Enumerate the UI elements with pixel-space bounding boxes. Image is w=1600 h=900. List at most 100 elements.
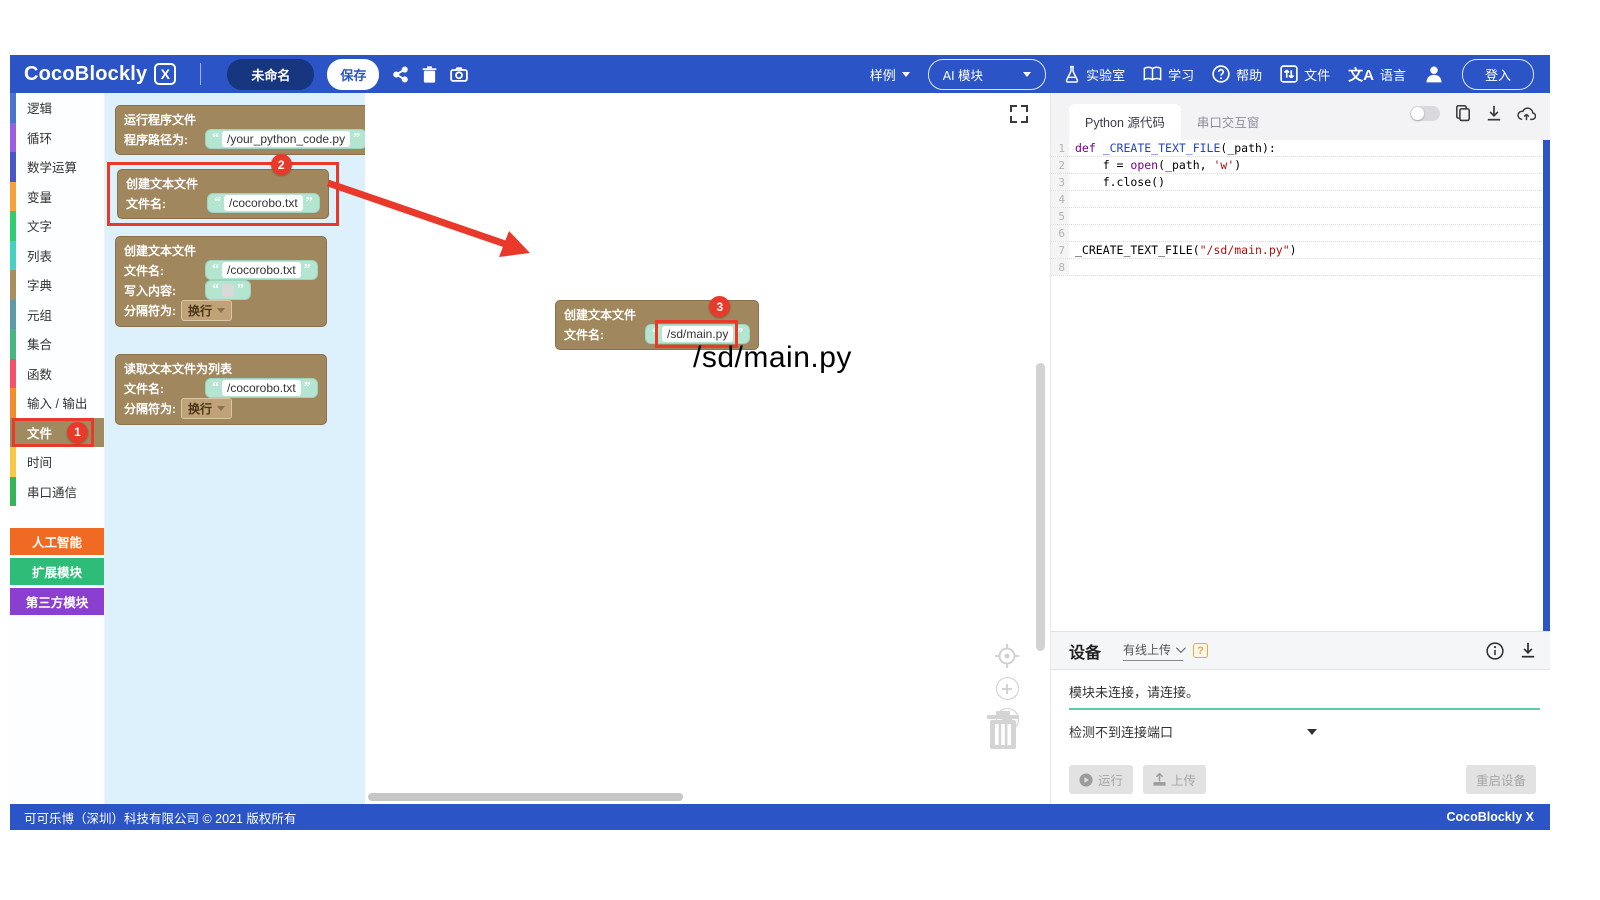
footer-brand: CocoBlockly X — [1446, 810, 1534, 824]
sidebar-module-人工智能[interactable]: 人工智能 — [10, 528, 104, 555]
help-menu-item[interactable]: 帮助 — [1212, 65, 1262, 84]
string-field[interactable]: /cocorobo.txt — [224, 195, 303, 211]
sidebar-category-元组[interactable]: 元组 — [10, 300, 104, 330]
string-field[interactable]: /cocorobo.txt — [222, 262, 301, 278]
sidebar-category-字典[interactable]: 字典 — [10, 270, 104, 300]
tab-Python 源代码[interactable]: Python 源代码 — [1069, 104, 1181, 140]
sidebar-category-列表[interactable]: 列表 — [10, 241, 104, 271]
language-menu-item[interactable]: 文A 语言 — [1348, 64, 1406, 85]
workspace-canvas[interactable]: 创建文本文件文件名:“/sd/main.py”3 /sd/main.py — [365, 93, 1050, 804]
read-text-file-block[interactable]: 读取文本文件为列表文件名:“/cocorobo.txt”分隔符为:换行 — [115, 354, 327, 425]
examples-menu[interactable]: 样例 — [870, 65, 910, 84]
upload-mode-select[interactable]: 有线上传 — [1123, 641, 1183, 661]
string-block[interactable]: “/cocorobo.txt” — [205, 260, 318, 280]
camera-icon[interactable] — [450, 67, 468, 82]
download-icon[interactable] — [1486, 105, 1502, 122]
device-download-icon[interactable] — [1520, 642, 1536, 659]
device-info-icon[interactable] — [1486, 642, 1504, 660]
string-block[interactable]: “/cocorobo.txt” — [207, 193, 320, 213]
ai-module-value: AI 模块 — [943, 65, 983, 84]
save-button[interactable]: 保存 — [327, 59, 379, 90]
learn-menu-item[interactable]: 学习 — [1143, 65, 1194, 84]
user-avatar-icon[interactable] — [1424, 64, 1444, 84]
string-block[interactable]: “/your_python_code.py” — [205, 129, 365, 149]
block-label: 分隔符为: — [124, 302, 176, 319]
separator-dropdown[interactable]: 换行 — [181, 300, 232, 321]
sidebar-category-集合[interactable]: 集合 — [10, 329, 104, 359]
category-color-strip — [10, 359, 16, 389]
zoom-reset-icon[interactable] — [994, 643, 1020, 669]
tab-串口交互窗[interactable]: 串口交互窗 — [1181, 104, 1276, 140]
run-button-label: 运行 — [1098, 770, 1123, 789]
sidebar-category-循环[interactable]: 循环 — [10, 123, 104, 153]
trash-icon[interactable] — [422, 66, 437, 83]
horizontal-scrollbar[interactable] — [368, 793, 683, 801]
port-select[interactable]: 检测不到连接端口 — [1069, 722, 1540, 741]
string-field[interactable]: /cocorobo.txt — [222, 380, 301, 396]
device-help-icon[interactable]: ? — [1193, 643, 1208, 658]
sidebar-category-label: 函数 — [27, 364, 52, 383]
sidebar-module-扩展模块[interactable]: 扩展模块 — [10, 558, 104, 585]
app-logo: CocoBlockly X — [24, 63, 176, 86]
string-block[interactable]: “/cocorobo.txt” — [205, 378, 318, 398]
workspace-trash-icon[interactable] — [986, 709, 1020, 749]
create-text-file-write-block[interactable]: 创建文本文件文件名:“/cocorobo.txt”写入内容:“”分隔符为:换行 — [115, 236, 327, 327]
code-line: 4 — [1051, 191, 1550, 208]
category-color-strip — [10, 388, 16, 418]
block-row: 文件名:“/cocorobo.txt” — [124, 378, 318, 398]
sidebar-category-输入 / 输出[interactable]: 输入 / 输出 — [10, 388, 104, 418]
flyout-block-slot: 运行程序文件程序路径为:“/your_python_code.py” — [115, 93, 365, 155]
code-line: 7_CREATE_TEXT_FILE("/sd/main.py") — [1051, 242, 1550, 259]
logo-x-badge: X — [154, 63, 176, 85]
sidebar-category-label: 时间 — [27, 452, 52, 471]
flyout-block-slot: 读取文本文件为列表文件名:“/cocorobo.txt”分隔符为:换行 — [115, 354, 365, 425]
block-category-sidebar: 逻辑循环数学运算变量文字列表字典元组集合函数输入 / 输出文件1 时间串口通信 人… — [10, 93, 105, 804]
python-code-editor[interactable]: 1def _CREATE_TEXT_FILE(_path):2 f = open… — [1051, 140, 1550, 631]
copy-icon[interactable] — [1455, 105, 1471, 122]
sidebar-category-文件[interactable]: 文件1 — [10, 418, 104, 448]
sidebar-category-变量[interactable]: 变量 — [10, 182, 104, 212]
block-label: 创建文本文件 — [564, 306, 636, 323]
sidebar-category-数学运算[interactable]: 数学运算 — [10, 152, 104, 182]
line-number: 6 — [1051, 225, 1069, 241]
sidebar-category-逻辑[interactable]: 逻辑 — [10, 93, 104, 123]
create-text-file-block[interactable]: 创建文本文件文件名:“/cocorobo.txt” — [117, 169, 329, 219]
run-program-file-block[interactable]: 运行程序文件程序路径为:“/your_python_code.py” — [115, 105, 365, 155]
project-name-button[interactable]: 未命名 — [227, 59, 314, 90]
device-status-text: 模块未连接，请连接。 — [1069, 682, 1550, 701]
sidebar-category-函数[interactable]: 函数 — [10, 359, 104, 389]
line-number: 3 — [1051, 174, 1069, 190]
canvas-big-label: /sd/main.py — [693, 341, 852, 375]
category-color-strip — [10, 418, 16, 448]
code-scrollbar[interactable] — [1543, 140, 1550, 631]
separator-dropdown[interactable]: 换行 — [181, 398, 232, 419]
string-field[interactable] — [222, 284, 234, 297]
run-button[interactable]: 运行 — [1069, 765, 1133, 794]
string-field[interactable]: /sd/main.py — [662, 326, 733, 342]
block-row: 文件名:“/cocorobo.txt” — [126, 193, 320, 213]
chevron-down-icon — [902, 72, 910, 77]
restart-device-button[interactable]: 重启设备 — [1466, 765, 1536, 794]
sidebar-category-时间[interactable]: 时间 — [10, 447, 104, 477]
fullscreen-icon[interactable] — [1010, 105, 1028, 123]
code-autoupdate-toggle[interactable] — [1410, 106, 1440, 121]
code-line: 2 f = open(_path, 'w') — [1051, 157, 1550, 174]
sidebar-module-第三方模块[interactable]: 第三方模块 — [10, 588, 104, 615]
panel-divider-scrollbar[interactable] — [1036, 363, 1045, 651]
string-block[interactable]: “” — [205, 280, 251, 300]
line-number: 7 — [1051, 242, 1069, 258]
cloud-upload-icon[interactable] — [1517, 105, 1536, 122]
zoom-in-icon[interactable] — [996, 677, 1019, 700]
sidebar-category-文字[interactable]: 文字 — [10, 211, 104, 241]
share-icon[interactable] — [392, 66, 409, 83]
code-panel-header: Python 源代码串口交互窗 — [1051, 93, 1550, 140]
upload-button[interactable]: 上传 — [1143, 765, 1206, 794]
ai-module-select[interactable]: AI 模块 — [928, 59, 1046, 90]
sidebar-category-串口通信[interactable]: 串口通信 — [10, 477, 104, 507]
file-menu-item[interactable]: 文件 — [1280, 65, 1330, 84]
login-button[interactable]: 登入 — [1462, 59, 1534, 90]
lab-menu-item[interactable]: 实验室 — [1064, 65, 1125, 84]
open-quote-icon: “ — [212, 134, 219, 144]
string-field[interactable]: /your_python_code.py — [222, 131, 350, 147]
app-window: CocoBlockly X 未命名 保存 样例 AI 模块 实验室 — [10, 55, 1550, 830]
